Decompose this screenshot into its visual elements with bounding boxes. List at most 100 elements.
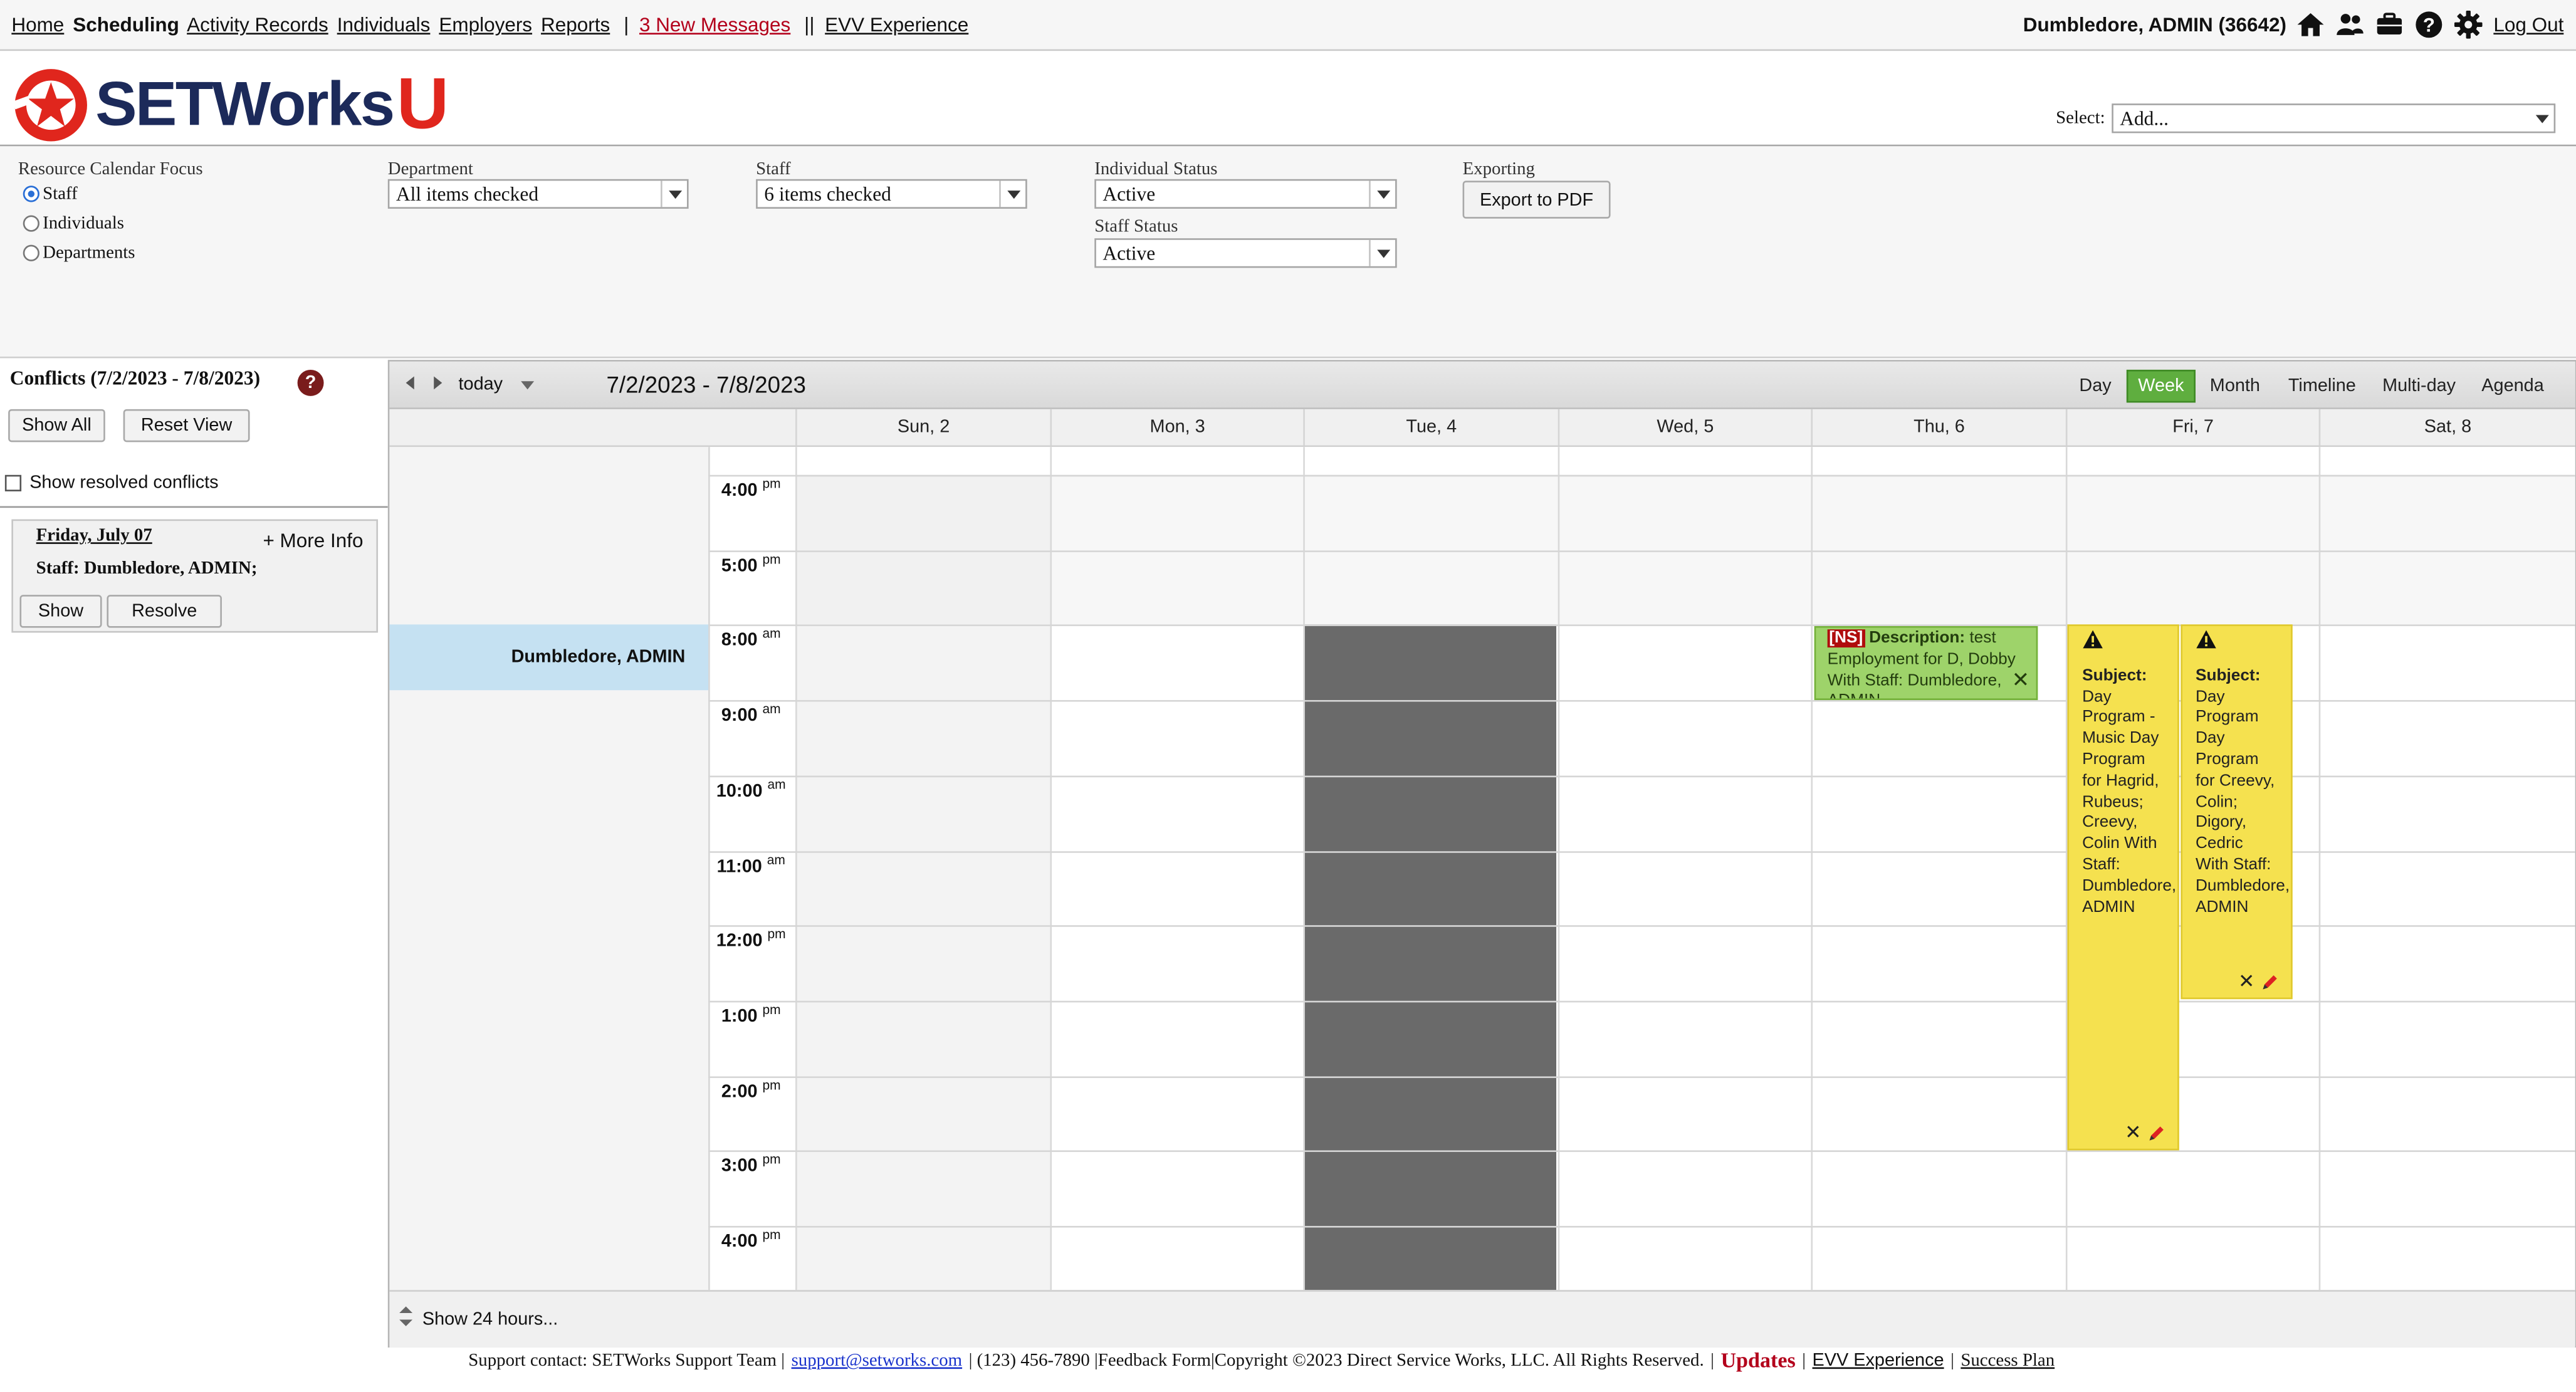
- hour-row: [708, 850, 2575, 926]
- expand-icon[interactable]: [399, 1306, 413, 1326]
- staff-value: 6 items checked: [764, 181, 891, 205]
- home-icon[interactable]: [2296, 10, 2326, 39]
- event-label: Description:: [1869, 629, 1966, 648]
- conflict-date[interactable]: Friday, July 07: [36, 526, 152, 545]
- staff-status-value: Active: [1102, 241, 1156, 264]
- event-label: Subject:: [2082, 666, 2147, 685]
- day-header-thu: Thu, 6: [1811, 409, 2065, 446]
- conflict-show-button[interactable]: Show: [19, 595, 102, 628]
- more-info-link[interactable]: + More Info: [263, 529, 363, 552]
- event-fri-day-program-music[interactable]: Subject: Day Program - Music Day Program…: [2067, 624, 2179, 1151]
- export-pdf-button[interactable]: Export to PDF: [1462, 181, 1611, 219]
- show-24-hours-link[interactable]: Show 24 hours...: [422, 1310, 558, 1329]
- radio-label: Individuals: [43, 213, 124, 234]
- nav-individuals-link[interactable]: Individuals: [337, 13, 431, 36]
- briefcase-icon[interactable]: [2375, 10, 2405, 39]
- show-resolved-checkbox-row[interactable]: Show resolved conflicts: [4, 473, 219, 493]
- radio-focus-staff[interactable]: Staff: [23, 184, 78, 204]
- hour-row: [708, 625, 2575, 700]
- time-label: 2:00 pm: [721, 1077, 781, 1102]
- department-label: Department: [387, 159, 473, 179]
- close-icon[interactable]: ✕: [2125, 1122, 2141, 1144]
- select-label: Select:: [2056, 108, 2105, 128]
- svg-text:?: ?: [2423, 14, 2435, 36]
- setworks-logo[interactable]: SETWorks U: [13, 64, 449, 146]
- radio-focus-departments[interactable]: Departments: [23, 243, 135, 263]
- time-label: 1:00 pm: [721, 1002, 781, 1027]
- checkbox[interactable]: [4, 474, 22, 491]
- event-text: Day Program Day Program for Creevy, Coli…: [2195, 688, 2290, 916]
- staff-dropdown[interactable]: 6 items checked: [756, 179, 1027, 209]
- users-icon[interactable]: [2336, 10, 2365, 39]
- view-agenda-button[interactable]: Agenda: [2471, 370, 2553, 402]
- radio-focus-individuals[interactable]: Individuals: [23, 214, 124, 233]
- chevron-down-icon: [2535, 114, 2549, 123]
- resource-dumbledore[interactable]: Dumbledore, ADMIN: [389, 624, 709, 691]
- hour-row: [708, 1000, 2575, 1076]
- day-header-sun: Sun, 2: [795, 409, 1050, 446]
- reset-view-button[interactable]: Reset View: [123, 409, 250, 442]
- conflicts-panel: Conflicts (7/2/2023 - 7/8/2023) ? Show A…: [0, 358, 388, 1344]
- edit-pencil-icon[interactable]: [2259, 973, 2279, 992]
- close-icon[interactable]: ✕: [2012, 669, 2030, 692]
- today-button[interactable]: today: [459, 375, 503, 394]
- radio-label: Departments: [43, 243, 135, 263]
- select-add-dropdown[interactable]: Add...: [2112, 103, 2556, 133]
- divider: [0, 506, 388, 508]
- nav-activity-records-link[interactable]: Activity Records: [187, 13, 328, 36]
- chevron-down-icon: [999, 181, 1025, 207]
- footer-support: Support contact: SETWorks Support Team |: [468, 1351, 785, 1371]
- show-all-button[interactable]: Show All: [8, 409, 105, 442]
- select-add-control: Select: Add...: [2056, 103, 2556, 133]
- staff-status-dropdown[interactable]: Active: [1094, 238, 1397, 268]
- view-timeline-button[interactable]: Timeline: [2280, 370, 2365, 402]
- nav-separator: |: [624, 13, 629, 36]
- event-text: Day Program - Music Day Program for Hagr…: [2082, 688, 2177, 916]
- calendar-grid: Dumbledore, ADMIN 4:00 pm 5:00 pm 8:00 am 9:00…: [389, 447, 2575, 1290]
- footer-success-plan-link[interactable]: Success Plan: [1961, 1351, 2055, 1370]
- chevron-down-icon: [661, 181, 687, 207]
- next-arrow-icon[interactable]: [434, 376, 442, 390]
- footer-email-link[interactable]: support@setworks.com: [792, 1351, 963, 1370]
- staff-label: Staff: [756, 159, 791, 179]
- gear-icon[interactable]: [2454, 10, 2483, 39]
- hour-row: [708, 775, 2575, 850]
- prev-arrow-icon[interactable]: [406, 376, 414, 390]
- footer: Support contact: SETWorks Support Team |…: [0, 1348, 2576, 1392]
- warning-icon: [2196, 630, 2216, 649]
- day-header-mon: Mon, 3: [1050, 409, 1303, 446]
- close-icon[interactable]: ✕: [2238, 971, 2254, 993]
- resource-calendar: today 7/2/2023 - 7/8/2023 Day Week Month…: [387, 360, 2576, 1348]
- radio-unselected-icon: [23, 244, 39, 261]
- conflict-resolve-button[interactable]: Resolve: [107, 595, 222, 628]
- view-month-button[interactable]: Month: [2201, 370, 2270, 402]
- radio-selected-icon: [23, 186, 39, 202]
- view-day-button[interactable]: Day: [2067, 370, 2123, 402]
- logout-link[interactable]: Log Out: [2493, 13, 2563, 36]
- nav-employers-link[interactable]: Employers: [439, 13, 532, 36]
- individual-status-value: Active: [1102, 181, 1156, 205]
- staff-status-label: Staff Status: [1094, 217, 1178, 237]
- event-fri-day-program[interactable]: Subject: Day Program Day Program for Cre…: [2181, 624, 2293, 1000]
- nav-scheduling-link[interactable]: Scheduling: [73, 13, 179, 36]
- warning-icon: [2083, 630, 2103, 649]
- nav-reports-link[interactable]: Reports: [541, 13, 610, 36]
- nav-evv-link[interactable]: EVV Experience: [825, 13, 968, 36]
- chevron-down-icon[interactable]: [521, 381, 535, 390]
- nav-home-link[interactable]: Home: [11, 13, 64, 36]
- chevron-down-icon: [1369, 181, 1395, 207]
- individual-status-dropdown[interactable]: Active: [1094, 179, 1397, 209]
- nav-messages-link[interactable]: 3 New Messages: [639, 13, 790, 36]
- footer-updates-link[interactable]: Updates: [1720, 1348, 1795, 1374]
- help-icon[interactable]: ?: [2414, 10, 2444, 39]
- footer-evv-link[interactable]: EVV Experience: [1813, 1351, 1944, 1370]
- hour-row: [708, 1075, 2575, 1151]
- conflicts-help-icon[interactable]: ?: [297, 369, 324, 396]
- days-header: Sun, 2 Mon, 3 Tue, 4 Wed, 5 Thu, 6 Fri, …: [389, 409, 2575, 447]
- department-dropdown[interactable]: All items checked: [387, 179, 689, 209]
- footer-separator: |: [1802, 1351, 1806, 1371]
- edit-pencil-icon[interactable]: [2146, 1124, 2165, 1143]
- view-week-button[interactable]: Week: [2126, 369, 2196, 403]
- event-thu-employment[interactable]: [NS] Description: test Employment for D,…: [1814, 625, 2038, 700]
- view-multiday-button[interactable]: Multi-day: [2375, 370, 2464, 402]
